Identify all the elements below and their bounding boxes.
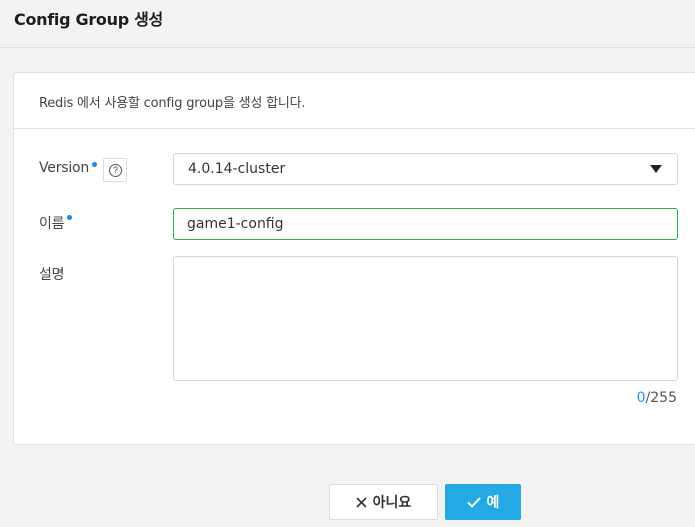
name-label-group: 이름 [39,213,73,233]
page-title: Config Group 생성 [14,10,163,29]
check-icon [466,496,481,508]
cancel-button-label: 아니요 [372,495,412,511]
version-label-group: Version [39,160,98,176]
char-count-current: 0 [636,390,646,406]
version-select-value: 4.0.14-cluster [188,161,286,177]
close-icon [356,496,367,508]
char-count-max: /255 [645,390,677,406]
name-label: 이름 [39,216,65,232]
version-label: Version [39,160,90,176]
question-circle-icon: ? [109,164,122,177]
char-counter: 0/255 [637,390,677,406]
confirm-button[interactable]: 예 [445,484,521,520]
dialog-header: Config Group 생성 [0,0,695,48]
description-row: Redis 에서 사용할 config group을 생성 합니다. [14,73,695,129]
form-description: Redis 에서 사용할 config group을 생성 합니다. [39,96,306,111]
form-card: Redis 에서 사용할 config group을 생성 합니다. Versi… [13,72,695,445]
confirm-button-label: 예 [486,495,500,511]
required-indicator [67,215,73,220]
caret-down-icon [650,165,662,173]
version-help-button[interactable]: ? [103,158,127,182]
version-select[interactable]: 4.0.14-cluster [173,153,678,185]
cancel-button[interactable]: 아니요 [329,484,438,520]
description-label: 설명 [39,267,65,283]
name-input[interactable] [173,208,678,240]
description-textarea[interactable] [173,256,678,381]
required-indicator [92,162,98,167]
